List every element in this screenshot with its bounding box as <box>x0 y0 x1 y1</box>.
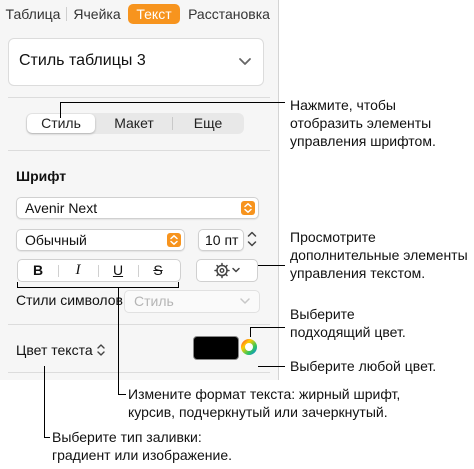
font-style-value: Обычный <box>25 232 87 248</box>
italic-button[interactable]: I <box>58 260 98 281</box>
text-segmented-control: Стиль Макет Еще <box>26 113 244 134</box>
format-sidebar: Таблица Ячейка Текст Расстановка Стиль т… <box>0 0 279 380</box>
callout-line-text: Просмотрите <box>290 229 376 245</box>
callout-line-text: подходящий цвет. <box>290 324 406 340</box>
text-format-buttons: B I U S <box>17 259 181 282</box>
font-size-value: 10 пт <box>205 232 239 248</box>
chevron-updown-icon[interactable] <box>96 343 106 357</box>
callout-line-text: Нажмите, чтобы <box>290 97 396 113</box>
callout-line-text: Выберите <box>290 306 355 322</box>
divider <box>8 97 270 98</box>
callout-matching-color: Выберите подходящий цвет. <box>290 305 406 341</box>
callout-more-text: Просмотрите дополнительные элементы упра… <box>290 228 468 282</box>
character-styles-value: Стиль <box>134 293 174 309</box>
callout-line-text: управления шрифтом. <box>290 133 436 149</box>
callout-line-text: дополнительные элементы <box>290 247 468 263</box>
underline-button[interactable]: U <box>98 260 138 281</box>
chevron-down-icon <box>239 58 251 65</box>
popup-arrows-icon <box>241 201 255 215</box>
divider <box>8 150 270 151</box>
font-size-field[interactable]: 10 пт <box>198 229 244 251</box>
callout-line-text: Измените формат текста: жирный шрифт, <box>128 386 401 402</box>
segment-style[interactable]: Стиль <box>27 114 95 133</box>
color-swatch[interactable] <box>193 336 239 360</box>
callout-line <box>44 437 50 438</box>
tab-separator <box>66 7 67 21</box>
tab-arrange[interactable]: Расстановка <box>184 4 274 24</box>
strikethrough-button[interactable]: S <box>138 260 178 281</box>
font-size-stepper-icon[interactable] <box>246 229 258 249</box>
callout-line <box>118 394 126 395</box>
callout-line-text: отобразить элементы <box>290 115 432 131</box>
color-wheel-icon[interactable] <box>240 338 258 356</box>
divider <box>8 324 270 325</box>
chevron-down-icon <box>240 298 250 304</box>
callout-line <box>44 366 45 438</box>
callout-line <box>178 282 179 287</box>
callout-line <box>258 366 285 367</box>
callout-line-text: градиент или изображение. <box>52 447 233 463</box>
tab-cell[interactable]: Ячейка <box>68 4 126 24</box>
font-name-popup[interactable]: Avenir Next <box>16 197 259 219</box>
table-style-selector[interactable]: Стиль таблицы 3 <box>8 38 264 86</box>
callout-line-text: Выберите тип заливки: <box>52 429 202 445</box>
callout-line <box>250 327 251 337</box>
callout-line <box>17 287 179 288</box>
callout-format: Измените формат текста: жирный шрифт, ку… <box>128 385 400 421</box>
popup-arrows-icon <box>167 233 181 247</box>
callout-line <box>258 265 285 266</box>
callout-line-text: управления текстом. <box>290 265 426 281</box>
callout-line <box>250 327 285 328</box>
callout-line <box>60 102 285 103</box>
tab-bar: Таблица Ячейка Текст Расстановка <box>0 0 278 28</box>
bold-button[interactable]: B <box>18 260 58 281</box>
callout-line-text: Выберите любой цвет. <box>290 358 437 374</box>
table-style-label: Стиль таблицы 3 <box>19 52 146 69</box>
callout-line <box>118 287 119 395</box>
character-styles-label: Стили символов <box>16 292 123 308</box>
advanced-options-button[interactable] <box>196 259 258 282</box>
callout-font-controls: Нажмите, чтобы отобразить элементы управ… <box>290 96 436 150</box>
tab-text[interactable]: Текст <box>128 4 180 24</box>
callout-fill: Выберите тип заливки: градиент или изобр… <box>52 428 232 464</box>
divider <box>8 372 270 373</box>
font-name-value: Avenir Next <box>25 200 98 216</box>
segment-separator <box>172 117 173 130</box>
segment-layout[interactable]: Макет <box>98 114 170 133</box>
character-styles-popup[interactable]: Стиль <box>124 290 260 313</box>
callout-line <box>60 102 61 118</box>
font-section-title: Шрифт <box>16 168 67 184</box>
segment-more[interactable]: Еще <box>174 114 242 133</box>
callout-line-text: курсив, подчеркнутый или зачеркнутый. <box>128 404 388 420</box>
font-style-popup[interactable]: Обычный <box>16 229 185 251</box>
gear-icon <box>214 262 240 279</box>
tab-table[interactable]: Таблица <box>2 4 64 24</box>
callout-any-color: Выберите любой цвет. <box>290 357 436 375</box>
callout-line <box>17 282 18 287</box>
text-color-label[interactable]: Цвет текста <box>16 342 93 358</box>
